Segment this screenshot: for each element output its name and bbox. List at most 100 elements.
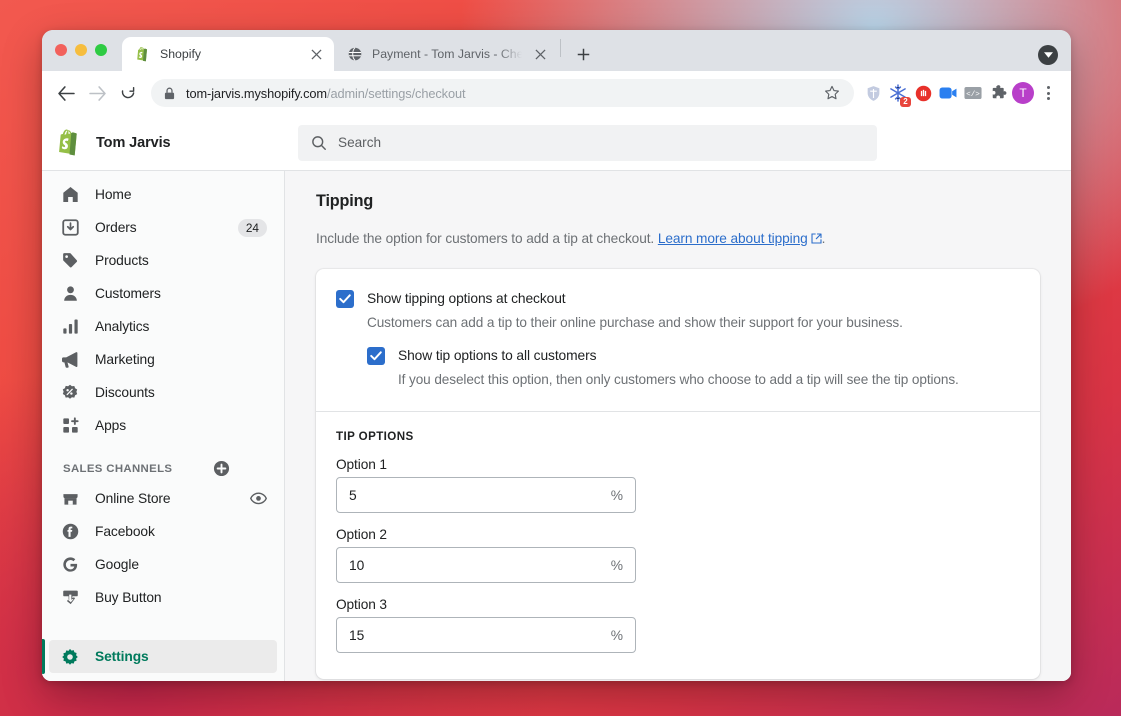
checkbox-label: Show tip options to all customers bbox=[398, 348, 597, 363]
sidebar: Home Orders 24 Products Customers Analyt… bbox=[42, 171, 285, 681]
plus-circle-icon[interactable] bbox=[213, 460, 270, 477]
tip-option-3-input[interactable]: 15 % bbox=[336, 617, 636, 653]
sidebar-item-settings[interactable]: Settings bbox=[42, 639, 277, 674]
percent-suffix: % bbox=[610, 487, 623, 503]
external-link-icon[interactable] bbox=[811, 232, 822, 247]
back-button[interactable] bbox=[51, 78, 81, 108]
snowflake-icon[interactable]: 2 bbox=[886, 81, 911, 107]
maximize-window-button[interactable] bbox=[95, 43, 107, 56]
lock-icon bbox=[164, 87, 175, 100]
close-window-button[interactable] bbox=[55, 43, 67, 56]
sidebar-item-home[interactable]: Home bbox=[49, 178, 277, 211]
tag-icon bbox=[60, 251, 80, 271]
sidebar-item-analytics[interactable]: Analytics bbox=[49, 310, 277, 343]
orders-count-badge: 24 bbox=[237, 218, 267, 237]
sidebar-item-marketing[interactable]: Marketing bbox=[49, 343, 277, 376]
google-icon bbox=[60, 555, 80, 575]
sidebar-item-discounts[interactable]: Discounts bbox=[49, 376, 277, 409]
minimize-window-button[interactable] bbox=[75, 43, 87, 56]
field-label: Option 2 bbox=[336, 527, 387, 542]
orders-inbox-icon bbox=[60, 218, 80, 238]
tip-options-section: TIP OPTIONS Option 1 5 % Option 2 10 % O… bbox=[316, 412, 1040, 679]
checkbox-label: Show tipping options at checkout bbox=[367, 291, 566, 306]
sidebar-item-label: Online Store bbox=[95, 491, 171, 506]
star-icon[interactable] bbox=[820, 81, 844, 105]
tipping-toggles-section: Show tipping options at checkout Custome… bbox=[316, 269, 1040, 411]
search-placeholder: Search bbox=[338, 135, 382, 150]
page-viewport: Tom Jarvis Search Home Orders 24 Product… bbox=[42, 115, 1071, 681]
sidebar-item-label: Facebook bbox=[95, 524, 155, 539]
browser-window: Shopify Payment - Tom Jarvis - Checko bbox=[42, 30, 1071, 681]
checkbox-help-text: Customers can add a tip to their online … bbox=[367, 315, 903, 330]
sidebar-item-buy-button[interactable]: Buy Button bbox=[49, 581, 277, 614]
sidebar-item-label: Customers bbox=[95, 286, 161, 301]
avatar[interactable]: T bbox=[1011, 81, 1035, 105]
browser-toolbar: tom-jarvis.myshopify.com/admin/settings/… bbox=[42, 71, 1071, 115]
input-value: 5 bbox=[349, 487, 357, 503]
sidebar-item-customers[interactable]: Customers bbox=[49, 277, 277, 310]
shield-icon[interactable] bbox=[861, 81, 885, 105]
sidebar-item-orders[interactable]: Orders 24 bbox=[49, 211, 277, 244]
checkbox-row-show-tipping[interactable]: Show tipping options at checkout bbox=[336, 289, 1020, 308]
browser-tab-shopify[interactable]: Shopify bbox=[122, 37, 334, 71]
sidebar-item-label: Apps bbox=[95, 418, 127, 433]
tip-option-2-input[interactable]: 10 % bbox=[336, 547, 636, 583]
checkbox-row-show-all-customers[interactable]: Show tip options to all customers bbox=[367, 346, 1020, 365]
eye-icon[interactable] bbox=[249, 490, 267, 508]
browser-tab-payment[interactable]: Payment - Tom Jarvis - Checko bbox=[334, 37, 558, 71]
stop-hand-icon[interactable] bbox=[911, 81, 935, 105]
sidebar-item-facebook[interactable]: Facebook bbox=[49, 515, 277, 548]
tip-option-3-field: Option 3 15 % bbox=[336, 597, 1020, 653]
window-controls bbox=[55, 30, 107, 71]
tab-title: Shopify bbox=[160, 47, 202, 61]
person-icon bbox=[60, 284, 80, 304]
sidebar-item-apps[interactable]: Apps bbox=[49, 409, 277, 442]
gear-icon bbox=[60, 647, 80, 667]
sidebar-item-label: Buy Button bbox=[95, 590, 162, 605]
url-path: /admin/settings/checkout bbox=[327, 85, 466, 101]
new-tab-button[interactable] bbox=[569, 40, 597, 68]
close-tab-button[interactable] bbox=[307, 45, 325, 63]
sidebar-item-products[interactable]: Products bbox=[49, 244, 277, 277]
shop-brand[interactable]: Tom Jarvis bbox=[42, 128, 285, 157]
kebab-icon bbox=[1046, 86, 1050, 100]
checkbox-show-all-customers[interactable] bbox=[367, 347, 385, 365]
sidebar-item-google[interactable]: Google bbox=[49, 548, 277, 581]
profile-initial: T bbox=[1012, 82, 1034, 104]
learn-more-link[interactable]: Learn more about tipping bbox=[658, 231, 808, 246]
tip-options-label: TIP OPTIONS bbox=[336, 430, 414, 443]
sidebar-item-label: Marketing bbox=[95, 352, 155, 367]
code-brackets-icon[interactable]: </> bbox=[961, 81, 985, 105]
checkbox-show-tipping[interactable] bbox=[336, 290, 354, 308]
address-bar[interactable]: tom-jarvis.myshopify.com/admin/settings/… bbox=[151, 79, 854, 107]
reload-button[interactable] bbox=[113, 78, 143, 108]
url-host: tom-jarvis.myshopify.com bbox=[186, 85, 327, 101]
shopify-topbar: Tom Jarvis Search bbox=[42, 115, 1071, 171]
sidebar-item-online-store[interactable]: Online Store bbox=[49, 482, 277, 515]
search-input[interactable]: Search bbox=[298, 124, 877, 161]
tab-search-button[interactable] bbox=[1038, 45, 1058, 65]
sidebar-item-label: Discounts bbox=[95, 385, 155, 400]
page-body: Home Orders 24 Products Customers Analyt… bbox=[42, 171, 1071, 681]
sidebar-item-label: Orders bbox=[95, 220, 137, 235]
search-container: Search bbox=[285, 124, 1071, 161]
page-description: Include the option for customers to add … bbox=[316, 231, 1040, 247]
discount-badge-icon bbox=[60, 383, 80, 403]
facebook-icon bbox=[60, 522, 80, 542]
puzzle-piece-icon[interactable] bbox=[986, 81, 1010, 105]
browser-menu-button[interactable] bbox=[1036, 81, 1060, 105]
tip-option-2-field: Option 2 10 % bbox=[336, 527, 1020, 583]
sidebar-item-label: Google bbox=[95, 557, 139, 572]
shop-name: Tom Jarvis bbox=[96, 134, 171, 151]
tip-option-1-input[interactable]: 5 % bbox=[336, 477, 636, 513]
buy-button-icon bbox=[60, 588, 80, 608]
field-label: Option 3 bbox=[336, 597, 387, 612]
video-camera-icon[interactable] bbox=[936, 81, 960, 105]
svg-text:</>: </> bbox=[966, 91, 980, 99]
forward-button[interactable] bbox=[82, 78, 112, 108]
close-tab-button[interactable] bbox=[531, 45, 549, 63]
tip-option-1-field: Option 1 5 % bbox=[336, 457, 1020, 513]
field-label: Option 1 bbox=[336, 457, 387, 472]
checkbox-help-text: If you deselect this option, then only c… bbox=[398, 372, 959, 387]
megaphone-icon bbox=[60, 350, 80, 370]
